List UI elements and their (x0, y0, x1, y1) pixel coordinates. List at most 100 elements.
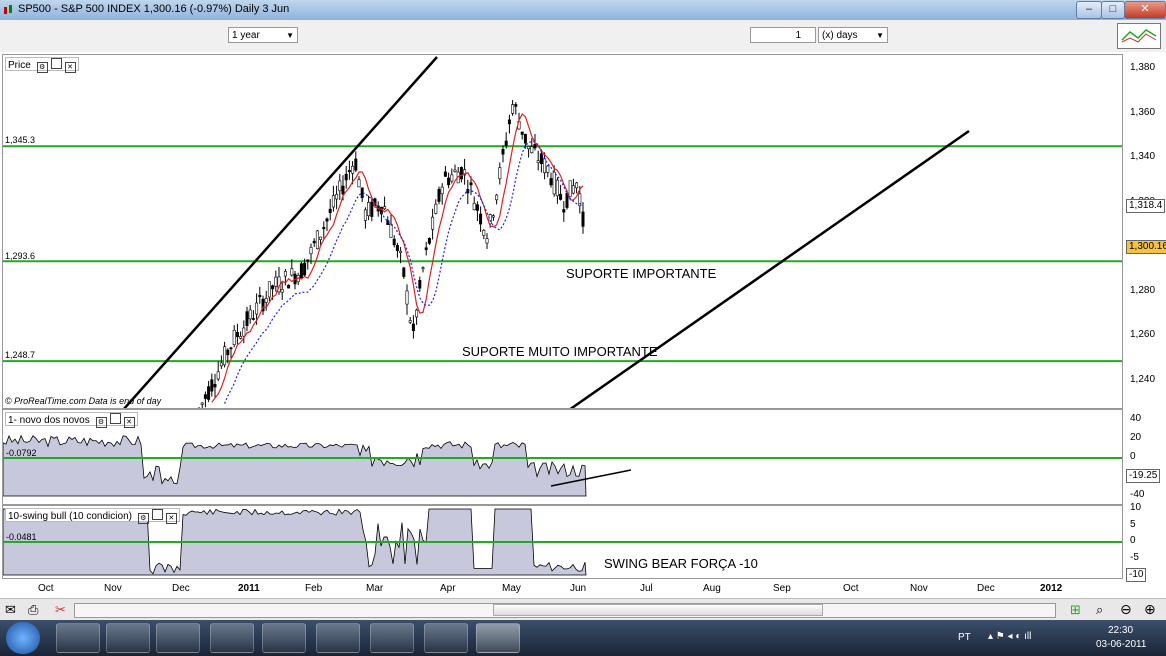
candle-body (274, 276, 278, 287)
fast-moving-average (211, 113, 584, 403)
support-annotation: SUPORTE IMPORTANTE (566, 266, 717, 281)
units-type-select[interactable]: (x) days ▼ (818, 27, 888, 43)
candle-body (306, 259, 310, 262)
candle-body (450, 174, 454, 182)
candle-body (447, 177, 451, 186)
candle-body (367, 202, 371, 217)
candle-body (248, 309, 252, 320)
candle-body (322, 227, 326, 230)
candle-body (344, 173, 348, 181)
candle-body (280, 288, 284, 293)
candle-body (226, 349, 230, 356)
tray-icons[interactable]: ▴ ⚑ ◂ ◐ ıll (988, 631, 1031, 642)
close-icon[interactable]: ✕ (64, 62, 76, 73)
candle-body (395, 245, 399, 252)
candle-body (216, 371, 220, 380)
window-icon[interactable] (151, 509, 163, 520)
x-axis-label: Oct (38, 583, 54, 594)
candle-body (338, 180, 342, 192)
wrench-icon[interactable]: ⚙ (137, 513, 149, 524)
scrollbar-thumb[interactable] (493, 604, 823, 616)
candle-body (399, 250, 403, 253)
x-axis-label: Sep (773, 583, 791, 594)
candle-body (427, 238, 431, 244)
candle-body (507, 119, 511, 125)
price-y-tick: 1,260 (1130, 329, 1156, 340)
close-icon[interactable]: ✕ (165, 513, 177, 524)
media-player-icon[interactable] (106, 623, 150, 653)
x-axis-label: Jul (640, 583, 653, 594)
window-icon[interactable] (109, 413, 121, 424)
window-icon[interactable] (50, 58, 62, 69)
utorrent-icon[interactable] (210, 623, 254, 653)
price-y-tick: 1,340 (1130, 151, 1156, 162)
units-stepper[interactable]: 1 (750, 27, 816, 43)
indicator1-area (3, 434, 587, 497)
candle-body (552, 171, 556, 195)
units-value: 1 (795, 30, 801, 41)
candle-body (437, 189, 441, 202)
candle-body (242, 327, 246, 337)
clock-time[interactable]: 22:30 (1108, 625, 1133, 636)
bottom-toolbar: ✉ ⎙ ✂ ⊞ ⌕ ⊖ ⊕ (0, 598, 1166, 621)
x-axis-label: May (502, 583, 521, 594)
x-axis-label: Oct (843, 583, 859, 594)
tools-icon[interactable] (262, 623, 306, 653)
level-label-1: 1,345.3 (5, 135, 36, 145)
close-button[interactable]: ✕ (1124, 1, 1166, 19)
wrench-icon[interactable]: ⚙ (36, 62, 48, 73)
x-axis-label: Apr (440, 583, 456, 594)
excel-icon[interactable] (424, 623, 468, 653)
candle-body (498, 167, 502, 180)
candle-body (533, 143, 537, 149)
candle-body (405, 290, 409, 305)
price-label-text: Price (8, 60, 31, 71)
price-y-tick: 1,380 (1130, 62, 1156, 73)
candle-body (523, 133, 527, 144)
candle-body (559, 193, 563, 200)
hp-icon[interactable] (156, 623, 200, 653)
zoom-fit-icon[interactable]: ⌕ (1096, 602, 1103, 618)
candle-body (530, 146, 534, 153)
candle-body (514, 104, 518, 107)
period-select[interactable]: 1 year ▼ (228, 27, 298, 43)
x-axis-label: Nov (910, 583, 928, 594)
start-button[interactable] (6, 622, 40, 654)
candle-body (415, 309, 419, 318)
candle-body (469, 182, 473, 186)
candle-body (389, 223, 393, 238)
minimize-button[interactable]: – (1076, 1, 1102, 19)
messenger-icon[interactable] (370, 623, 414, 653)
zoom-out-icon[interactable]: ⊖ (1120, 601, 1132, 618)
candle-body (255, 302, 259, 315)
price-panel-label: Price ⚙ ✕ (5, 57, 79, 73)
candle-body (440, 186, 444, 195)
language-indicator[interactable]: PT (958, 632, 971, 643)
clock-date[interactable]: 03-06-2011 (1096, 639, 1146, 650)
candle-body (549, 178, 553, 186)
horizontal-scrollbar[interactable] (74, 603, 1056, 618)
drawing-tools-button[interactable] (1117, 23, 1161, 49)
chart-type-icon[interactable]: ⊞ (1070, 602, 1081, 618)
wrench-icon[interactable]: ⚙ (95, 417, 107, 428)
maximize-button[interactable]: □ (1101, 1, 1125, 19)
swing-bear-annotation: SWING BEAR FORÇA -10 (604, 556, 758, 571)
print-icon[interactable]: ⎙ (28, 602, 38, 618)
x-axis-label: Dec (172, 583, 190, 594)
prorealtime-icon[interactable] (476, 623, 520, 653)
candle-body (347, 170, 351, 173)
candle-body (411, 323, 415, 331)
chevron-down-icon: ▼ (286, 31, 294, 40)
explorer-icon[interactable] (56, 623, 100, 653)
indicator1-chart (3, 434, 1122, 497)
candle-body (319, 236, 323, 240)
close-icon[interactable]: ✕ (123, 417, 135, 428)
zoom-in-icon[interactable]: ⊕ (1144, 601, 1156, 618)
window-title: SP500 - S&P 500 INDEX 1,300.16 (-0.97%) … (18, 3, 290, 15)
indicator1-label-text: 1- novo dos novos (8, 415, 90, 426)
ma-value-tag: 1,318.4 (1126, 199, 1166, 214)
firefox-icon[interactable] (316, 623, 360, 653)
x-axis-label: Jun (570, 583, 587, 594)
scissors-icon[interactable]: ✂ (55, 602, 66, 618)
email-icon[interactable]: ✉ (5, 602, 16, 618)
